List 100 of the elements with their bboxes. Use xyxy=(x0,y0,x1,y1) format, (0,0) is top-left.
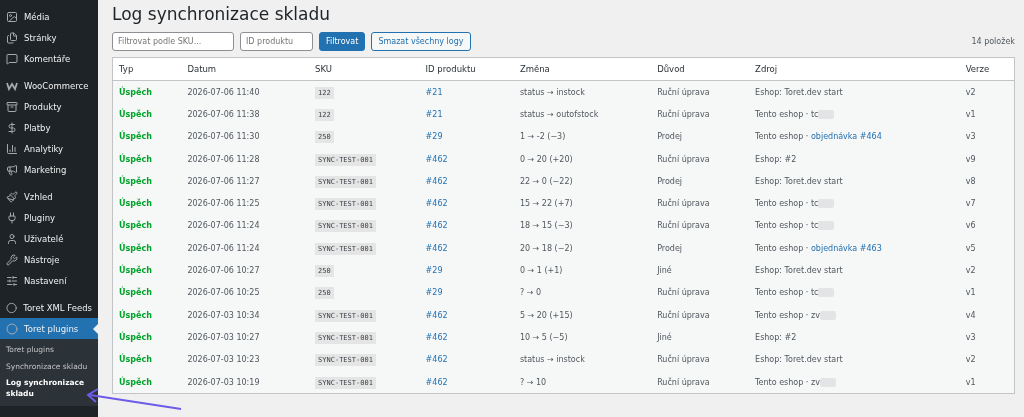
table-cell: Jiné xyxy=(657,332,672,342)
table-cell: v9 xyxy=(965,154,976,164)
product-link[interactable]: #21 xyxy=(425,87,443,97)
source-text: Tento eshop · tc xyxy=(755,109,819,119)
source-text: Tento eshop · zv xyxy=(755,310,820,320)
source-text: Tento eshop · tc xyxy=(755,221,819,231)
table-cell: 2026-07-06 11:30 xyxy=(187,132,260,142)
menu-item[interactable]: Uživatelé xyxy=(0,228,98,249)
product-link[interactable]: #462 xyxy=(425,377,448,387)
table-cell: 18 → 15 (−3) xyxy=(519,221,573,231)
menu-item[interactable]: Marketing xyxy=(0,159,98,180)
column-header[interactable]: Důvod xyxy=(651,57,750,81)
table-cell: v5 xyxy=(965,243,976,253)
order-link[interactable]: objednávka #464 xyxy=(810,132,882,142)
table-cell: v1 xyxy=(965,288,976,298)
table-cell: 2026-07-06 11:25 xyxy=(187,199,260,209)
table-cell: status → outofstock xyxy=(519,109,599,119)
image-icon xyxy=(6,10,18,23)
table-cell: v1 xyxy=(965,109,976,119)
product-link[interactable]: #29 xyxy=(425,288,443,298)
table-cell: 2026-07-06 11:24 xyxy=(187,221,260,231)
status-text: Úspěch xyxy=(119,154,152,164)
product-link[interactable]: #462 xyxy=(425,310,448,320)
table-cell: v6 xyxy=(965,221,976,231)
table-cell: v2 xyxy=(965,266,976,275)
menu-item[interactable]: Pluginy xyxy=(0,207,98,228)
table-cell: Ruční úprava xyxy=(657,377,710,387)
table-cell: Prodej xyxy=(657,132,683,142)
table-cell: 2026-07-03 10:19 xyxy=(187,377,260,387)
status-text: Úspěch xyxy=(119,243,152,253)
status-text: Úspěch xyxy=(119,266,152,275)
circle-icon xyxy=(6,301,18,314)
status-text: Úspěch xyxy=(119,377,152,387)
status-text: Úspěch xyxy=(119,199,152,209)
filter-button[interactable]: Filtrovat xyxy=(319,32,366,51)
source-text: Eshop: #2 xyxy=(755,154,797,164)
order-link[interactable]: objednávka #463 xyxy=(810,243,882,253)
column-header[interactable]: Datum xyxy=(181,57,310,81)
source-text: Tento eshop · tc xyxy=(755,199,819,209)
menu-item[interactable]: Toret plugins xyxy=(0,318,98,339)
status-text: Úspěch xyxy=(119,109,152,119)
product-link[interactable]: #21 xyxy=(425,109,443,119)
menu-item[interactable]: Toret XML Feeds xyxy=(0,297,98,318)
column-header[interactable]: Zdroj xyxy=(749,57,960,81)
menu-item[interactable]: Média xyxy=(0,6,98,27)
wrench-icon xyxy=(6,253,18,266)
table-cell: Jiné xyxy=(657,266,672,275)
product-link[interactable]: #29 xyxy=(425,132,443,142)
column-header[interactable]: Typ xyxy=(112,57,182,81)
source-text: Eshop: #2 xyxy=(755,332,797,342)
table-cell: 2026-07-03 10:27 xyxy=(187,332,260,342)
menu-item[interactable]: Nástroje xyxy=(0,249,98,270)
table-cell: ? → 0 xyxy=(519,288,541,298)
product-link[interactable]: #462 xyxy=(425,199,448,209)
table-cell: 2026-07-06 11:38 xyxy=(187,109,260,119)
table-cell: v8 xyxy=(965,176,976,186)
table-cell: 2026-07-06 11:28 xyxy=(187,154,260,164)
product-link[interactable]: #462 xyxy=(425,176,448,186)
delete-logs-button[interactable]: Smazat všechny logy xyxy=(371,32,471,51)
table-cell: 5 → 20 (+15) xyxy=(519,310,573,320)
dollar-icon xyxy=(6,121,18,134)
product-link[interactable]: #462 xyxy=(425,154,448,164)
megaphone-icon xyxy=(6,163,18,176)
table-cell: Ruční úprava xyxy=(657,288,710,298)
menu-item[interactable]: Produkty xyxy=(0,96,98,117)
table-cell: 2026-07-06 11:27 xyxy=(187,176,260,186)
menu-item[interactable]: Stránky xyxy=(0,27,98,48)
table-cell: 2026-07-03 10:34 xyxy=(187,310,260,320)
status-text: Úspěch xyxy=(119,87,152,97)
table-cell: 0 → 20 (+20) xyxy=(519,154,573,164)
circle-icon xyxy=(6,322,18,335)
column-header[interactable]: SKU xyxy=(309,57,420,81)
table-cell: 2026-07-03 10:23 xyxy=(187,355,260,365)
sku-filter-field[interactable]: Filtrovat podle SKU... xyxy=(112,32,234,51)
product-link[interactable]: #462 xyxy=(425,332,448,342)
product-link[interactable]: #29 xyxy=(425,266,443,275)
source-text: Eshop: Toret.dev start xyxy=(755,87,843,97)
paintbrush-icon xyxy=(6,190,18,203)
product-link[interactable]: #462 xyxy=(425,221,448,231)
product-link[interactable]: #462 xyxy=(425,243,448,253)
menu-item[interactable]: Komentáře xyxy=(0,48,98,69)
column-header[interactable]: Verze xyxy=(959,57,1015,81)
column-header[interactable]: Změna xyxy=(513,57,652,81)
table-cell: v2 xyxy=(965,355,976,365)
column-header[interactable]: ID produktu xyxy=(419,57,514,81)
menu-item[interactable]: Analytiky xyxy=(0,138,98,159)
table-cell: Prodej xyxy=(657,176,683,186)
menu-item[interactable]: WooCommerce xyxy=(0,75,98,96)
table-cell: Prodej xyxy=(657,243,683,253)
table-cell: Ruční úprava xyxy=(657,154,710,164)
product-id-field[interactable]: ID produktu xyxy=(240,32,313,51)
menu-item[interactable]: Nastavení xyxy=(0,270,98,291)
source-text: Tento eshop · xyxy=(755,132,810,142)
menu-item[interactable]: Platby xyxy=(0,117,98,138)
status-text: Úspěch xyxy=(119,288,152,298)
product-link[interactable]: #462 xyxy=(425,355,448,365)
table-cell: v7 xyxy=(965,199,976,209)
menu-item[interactable]: Vzhled xyxy=(0,186,98,207)
status-text: Úspěch xyxy=(119,355,152,365)
table-cell: v2 xyxy=(965,87,976,97)
